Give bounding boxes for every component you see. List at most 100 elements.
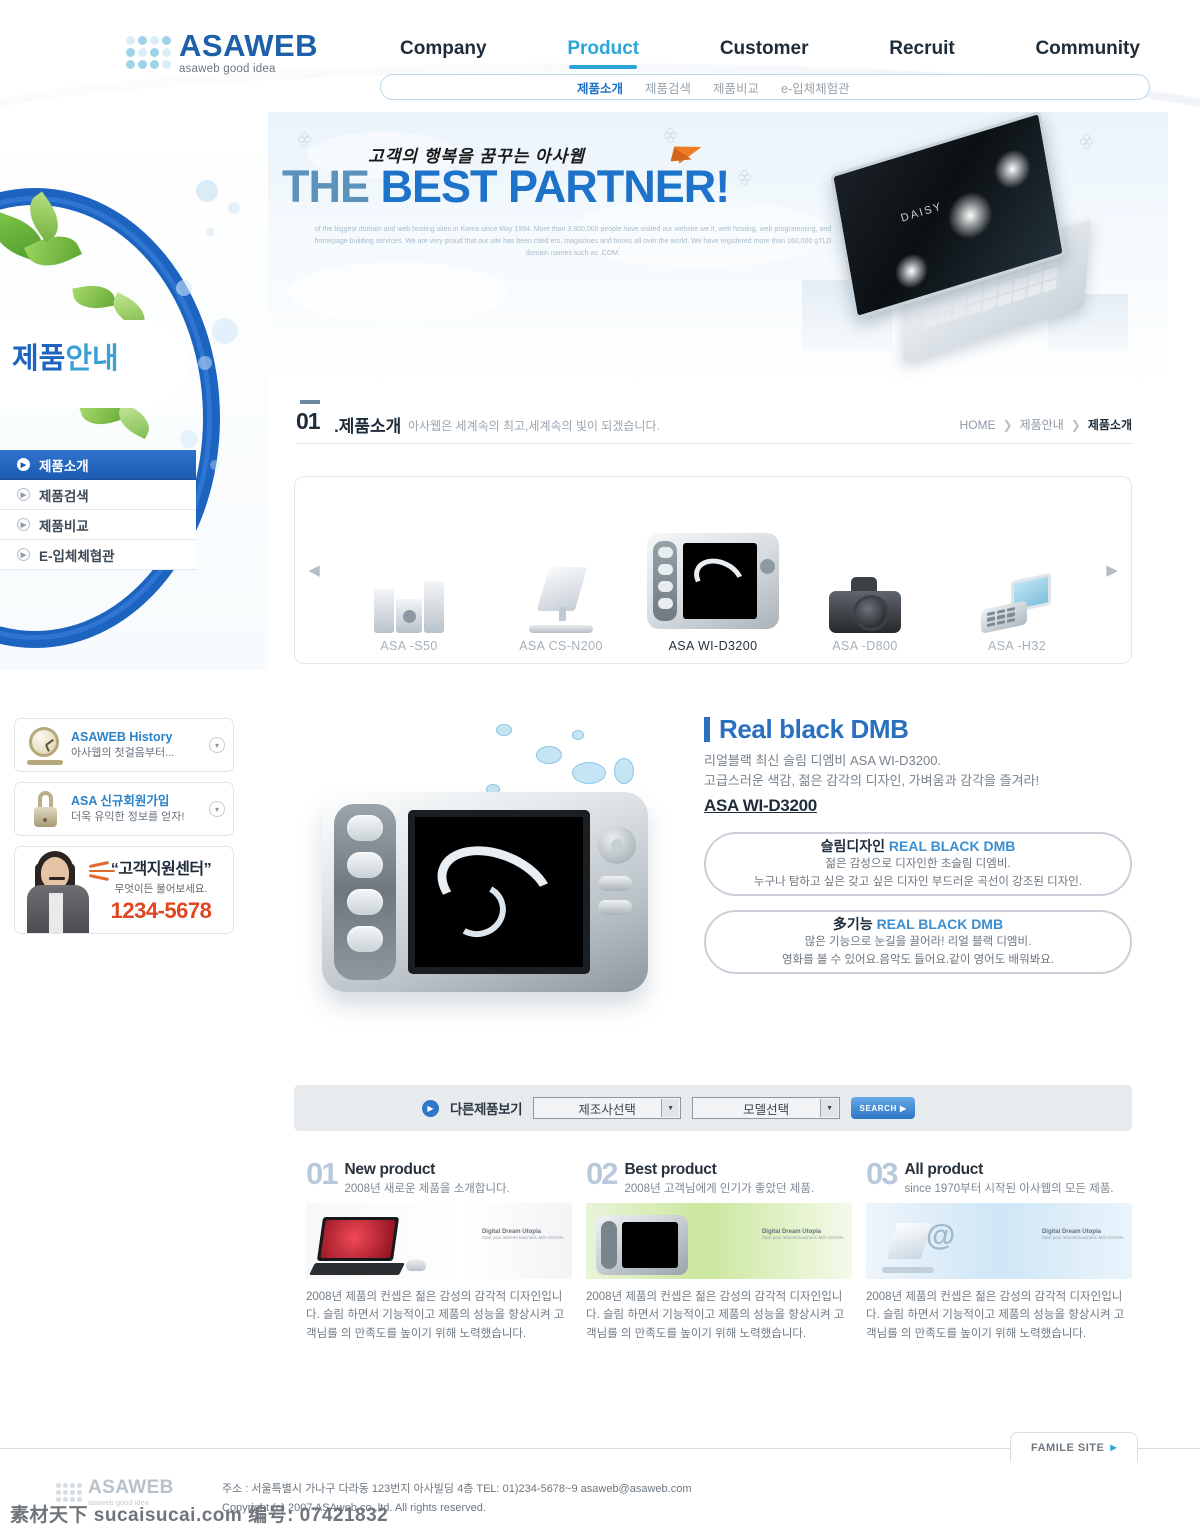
hero-title-bold: BEST PARTNER! [380,161,731,212]
maker-select[interactable]: 제조사선택 ▼ [533,1097,682,1119]
search-button[interactable]: SEARCH ▶ [851,1097,916,1119]
subnav-item-product-compare[interactable]: 제품비교 [713,78,759,97]
chevron-down-icon: ▼ [820,1099,839,1117]
site-logo[interactable]: ASAWEB asaweb good idea [126,30,318,76]
feature-heading: 슬림디자인 REAL BLACK DMB [821,836,1016,856]
play-icon: ▶ [422,1099,439,1117]
nav-item-customer[interactable]: Customer [720,38,809,60]
logo-tagline: asaweb good idea [179,63,276,75]
sparkle-decoration [892,249,931,293]
banner-customer-support-center[interactable]: “고객지원센터” 무엇이든 물어보세요. 1234-5678 [14,846,234,934]
feature-line-2: 누구나 탐하고 싶은 갖고 싶은 디자인 부드러운 곡선이 강조된 디자인. [753,876,1083,888]
nav-item-product[interactable]: Product [567,38,639,69]
bubble-decoration [206,228,214,236]
sidebar-item-e-experience[interactable]: ▶ E-입체체협관 [0,540,196,570]
carousel-item-label: ASA WI-D3200 [668,639,758,653]
carousel-item-label: ASA CS-N200 [519,639,603,653]
sidebar-item-product-compare[interactable]: ▶ 제품비교 [0,510,196,540]
bubble-decoration [212,318,238,344]
card-new-product[interactable]: 01 New product 2008년 새로운 제품을 소개합니다. Digi… [306,1158,572,1343]
watermark-text: 素材天下 sucaisucai.com 编号: 07421832 [10,1505,389,1526]
product-thumb-camera [795,523,935,633]
product-model-name: ASA WI-D3200 [704,796,817,815]
chevron-down-icon[interactable]: ▾ [209,801,225,817]
flower-outline-icon [298,132,312,147]
hero-title-light: THE [282,161,381,212]
carousel-item-label: ASA -D800 [832,639,898,653]
card-image-note-2: Start your internet business with ASAON. [481,1235,564,1240]
lock-icon [23,787,67,831]
banner-asa-signup[interactable]: ASA 신규회원가입 더욱 유익한 정보를 얻자! ▾ [14,782,234,836]
breadcrumb: HOME ❯ 제품안내 ❯ 제품소개 [960,416,1132,433]
page-root: LOGIN JOIN CONTECT US ASAWEB asaweb good… [0,0,1200,1538]
banner-desc: 더욱 유익한 정보를 얻자! [71,811,185,824]
product-thumb-dmb [643,487,783,629]
card-all-product[interactable]: 03 All product since 1970부터 시작된 아사웹의 모든 … [866,1156,1132,1343]
product-thumb-phone [947,523,1087,634]
sidebar-item-label: E-입체체협관 [39,548,115,564]
sidebar-item-product-search[interactable]: ▶ 제품검색 [0,480,196,510]
sidebar-title: 제품안내 [12,345,119,374]
carousel-item-asa-s50[interactable]: ASA -S50 [339,523,479,653]
feature-heading-kr: 슬림디자인 [820,838,889,855]
cloud-decoration [288,262,508,322]
carousel-item-asa-wi-d3200[interactable]: ASA WI-D3200 [643,487,783,653]
breadcrumb-home[interactable]: HOME [960,418,996,432]
carousel-item-asa-cs-n200[interactable]: ASA CS-N200 [491,523,631,653]
left-sidebar: 제품안내 ▶ 제품소개 ▶ 제품검색 ▶ 제품비교 ▶ E-입체체협관 [0,110,268,670]
breadcrumb-separator-icon: ❯ [1070,417,1081,432]
product-carousel: ◀ ▶ ASA -S50 ASA CS-N200 ASA WI-D3200 AS… [294,476,1132,664]
sidebar-item-label: 제품검색 [39,488,89,504]
subnav-item-e-experience[interactable]: e-입체체험관 [781,78,850,97]
card-title: New product [344,1161,436,1178]
nav-item-recruit[interactable]: Recruit [889,38,954,60]
carousel-item-asa-d800[interactable]: ASA -D800 [795,523,935,653]
feature-heading-kr: 多기능 [832,916,877,933]
logo-dots-icon [56,1482,82,1502]
carousel-prev-icon[interactable]: ◀ [307,559,321,581]
sidebar-menu: ▶ 제품소개 ▶ 제품검색 ▶ 제품비교 ▶ E-입체체협관 [0,450,196,570]
product-thumb-monitor [491,523,631,633]
famile-site-button[interactable]: FAMILE SITE ▶ [1010,1432,1138,1462]
water-drop-decoration [536,746,562,764]
bubble-decoration [176,280,192,296]
subnav-item-product-search[interactable]: 제품검색 [645,78,691,97]
title-divider [296,443,1132,444]
dmb-device-image [322,792,648,992]
card-header: 02 Best product 2008년 고객님에게 인기가 좋았던 제품. [586,1156,852,1196]
breadcrumb-section[interactable]: 제품안내 [1020,416,1064,433]
support-agent-photo [19,851,97,933]
product-subtitle-line2: 고급스러운 색감, 젊은 감각의 디자인, 가벼움과 감각을 즐겨라! [704,772,1040,788]
subnav-item-product-intro[interactable]: 제품소개 [577,78,623,97]
page-title-desc: 아사웹은 세계속의 최고,세계속의 빛이 되겠습니다. [408,419,660,433]
feature-box-multifunction: 多기능 REAL BLACK DMB 많은 기능으로 눈길을 끌어라! 리얼 블… [704,910,1132,974]
title-accent-bar [300,400,320,404]
support-title: “고객지원센터” [110,861,212,878]
carousel-item-asa-h32[interactable]: ASA -H32 [947,523,1087,653]
bubble-decoration [198,356,212,370]
sidebar-title-bold: 제품 [12,343,66,375]
carousel-next-icon[interactable]: ▶ [1105,559,1119,581]
card-body: 2008년 제품의 컨셉은 젊은 감성의 감각적 디자인입니다. 슬림 하면서 … [866,1291,1125,1340]
card-best-product[interactable]: 02 Best product 2008년 고객님에게 인기가 좋았던 제품. … [586,1156,852,1343]
card-subtitle: since 1970부터 시작된 아사웹의 모든 제품. [904,1183,1114,1195]
card-number: 03 [866,1156,899,1191]
model-select[interactable]: 모델선택 ▼ [692,1097,841,1119]
sidebar-item-product-intro[interactable]: ▶ 제품소개 [0,450,196,480]
search-button-label: SEARCH [859,1103,897,1113]
card-number: 02 [586,1156,619,1191]
hero-title: THE BEST PARTNER! [282,161,731,212]
page-title: .제품소개 [334,417,402,436]
play-circle-icon: ▶ [17,488,30,501]
chevron-down-icon[interactable]: ▾ [209,737,225,753]
feature-line-1: 젊은 감성으로 디자인한 초슬림 디엠비. [825,858,1011,871]
card-header: 03 All product since 1970부터 시작된 아사웹의 모든 … [866,1156,1132,1196]
chevron-down-icon: ▼ [661,1099,680,1117]
card-image-note-2: Start your internet business with ASAON. [1041,1235,1124,1240]
logo-dots-icon [126,36,171,70]
nav-item-community[interactable]: Community [1035,38,1140,60]
banner-asaweb-history[interactable]: ASAWEB History 아사웹의 첫걸음부터... ▾ [14,718,234,772]
product-category-cards: 01 New product 2008년 새로운 제품을 소개합니다. Digi… [306,1156,1132,1343]
dmb-control-pad [598,826,636,924]
nav-item-company[interactable]: Company [400,38,487,60]
